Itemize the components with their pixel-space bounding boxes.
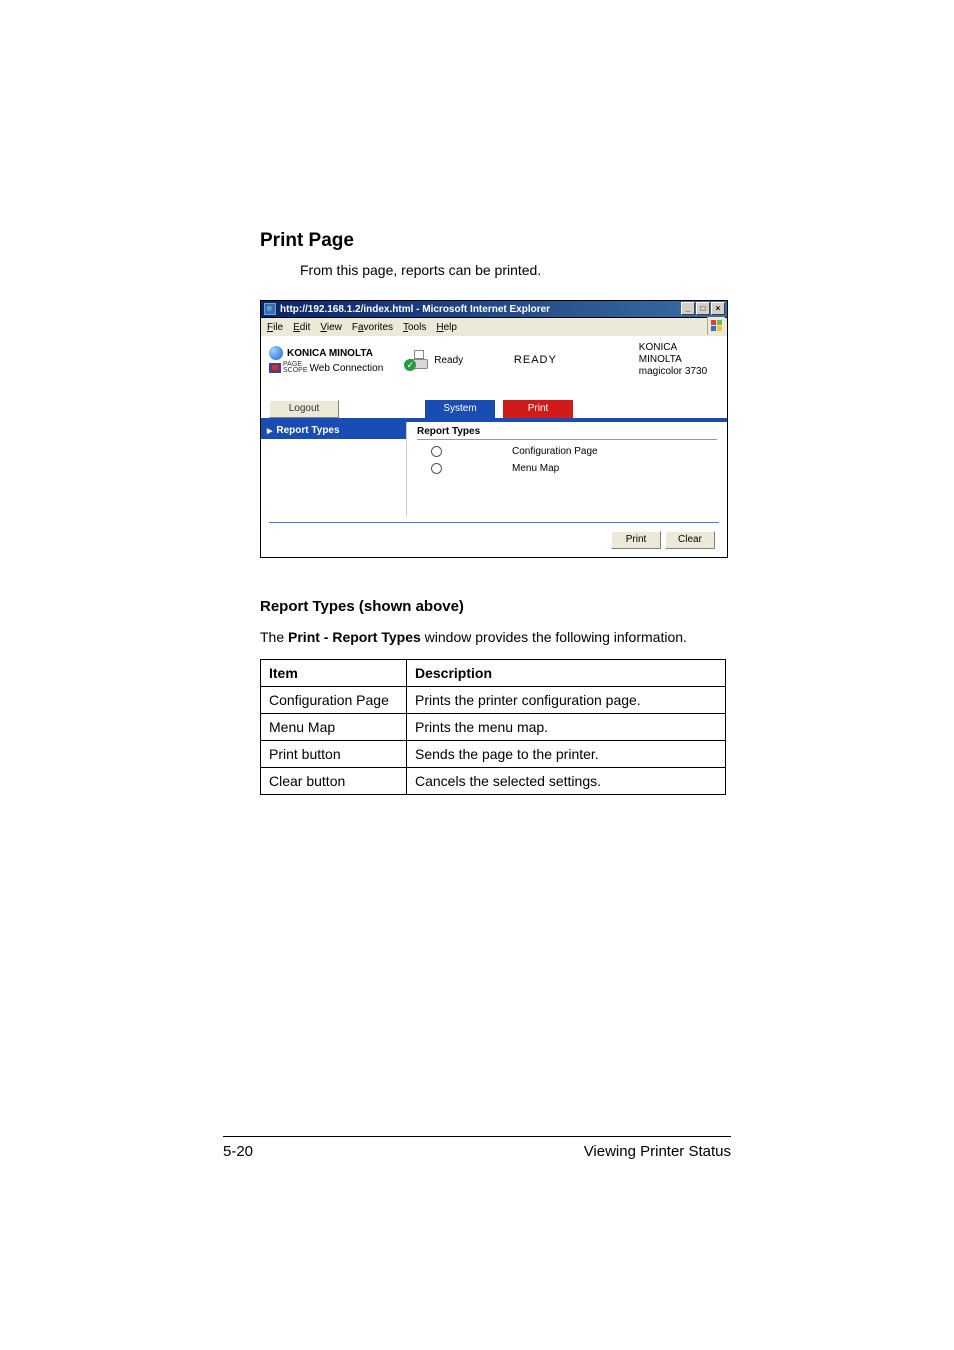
status-ready: Ready [434, 355, 463, 366]
konica-globe-icon [269, 346, 283, 360]
page-footer: 5-20 Viewing Printer Status [223, 1136, 731, 1160]
minimize-button[interactable]: _ [681, 302, 695, 315]
pagescope-label: PAGESCOPE [283, 362, 308, 374]
status-banner: READY [514, 354, 639, 366]
maximize-button[interactable]: □ [696, 302, 710, 315]
model-info: KONICA MINOLTA magicolor 3730 [639, 342, 719, 378]
th-item: Item [261, 660, 407, 687]
sidebar: Report Types [261, 422, 407, 516]
menu-view[interactable]: View [320, 322, 342, 333]
clear-button[interactable]: Clear [665, 531, 715, 549]
window-title: http://192.168.1.2/index.html - Microsof… [280, 304, 550, 315]
table-row: Clear button Cancels the selected settin… [261, 768, 726, 795]
windows-flag-icon [707, 317, 725, 335]
cell-desc: Prints the printer configuration page. [407, 687, 726, 714]
cell-desc: Sends the page to the printer. [407, 741, 726, 768]
lead-paragraph: The Print - Report Types window provides… [260, 629, 724, 645]
cell-item: Menu Map [261, 714, 407, 741]
section-title: Print Page [260, 230, 724, 252]
table-row: Menu Map Prints the menu map. [261, 714, 726, 741]
intro-text: From this page, reports can be printed. [300, 262, 724, 278]
menu-tools[interactable]: Tools [403, 322, 426, 333]
cell-item: Clear button [261, 768, 407, 795]
option-configuration-page: Configuration Page [512, 446, 598, 457]
report-types-table: Item Description Configuration Page Prin… [260, 659, 726, 795]
lead-bold: Print - Report Types [288, 629, 421, 645]
cell-item: Configuration Page [261, 687, 407, 714]
table-row: Print button Sends the page to the print… [261, 741, 726, 768]
lead-suffix: window provides the following informatio… [421, 629, 687, 645]
screenshot-window: http://192.168.1.2/index.html - Microsof… [260, 300, 728, 558]
cell-desc: Cancels the selected settings. [407, 768, 726, 795]
panel-title: Report Types [417, 426, 717, 440]
printer-status-icon: ✓ [408, 351, 430, 369]
logout-button[interactable]: Logout [269, 400, 339, 418]
radio-menu-map[interactable] [431, 463, 442, 474]
brand-name: KONICA MINOLTA [287, 348, 373, 359]
th-description: Description [407, 660, 726, 687]
pagescope-icon [269, 363, 281, 373]
model-line-2: magicolor 3730 [639, 366, 719, 378]
model-line-1: KONICA MINOLTA [639, 342, 719, 366]
radio-configuration-page[interactable] [431, 446, 442, 457]
cell-desc: Prints the menu map. [407, 714, 726, 741]
cell-item: Print button [261, 741, 407, 768]
tab-print[interactable]: Print [503, 400, 573, 418]
option-menu-map: Menu Map [512, 463, 559, 474]
page-number: 5-20 [223, 1143, 253, 1160]
footer-title: Viewing Printer Status [584, 1143, 731, 1160]
print-button[interactable]: Print [611, 531, 661, 549]
tab-system[interactable]: System [425, 400, 495, 418]
ie-icon [264, 303, 276, 315]
window-titlebar: http://192.168.1.2/index.html - Microsof… [260, 300, 728, 318]
browser-menubar: File Edit View Favorites Tools Help [260, 318, 728, 336]
lead-prefix: The [260, 629, 288, 645]
table-row: Configuration Page Prints the printer co… [261, 687, 726, 714]
menu-edit[interactable]: Edit [293, 322, 310, 333]
sidebar-item-report-types[interactable]: Report Types [261, 422, 406, 439]
menu-favorites[interactable]: Favorites [352, 322, 393, 333]
close-button[interactable]: × [711, 302, 725, 315]
web-connection-label: Web Connection [310, 363, 384, 374]
menu-file[interactable]: File [267, 322, 283, 333]
menu-help[interactable]: Help [436, 322, 457, 333]
subsection-title: Report Types (shown above) [260, 598, 724, 615]
